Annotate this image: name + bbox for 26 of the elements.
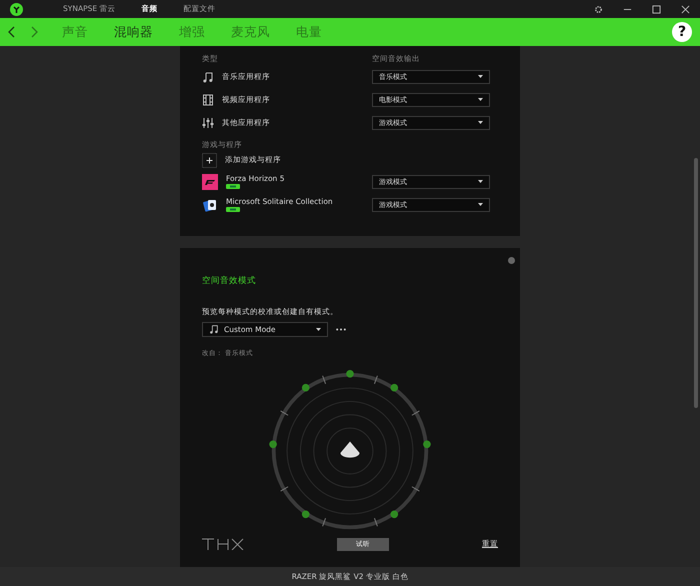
game-logo-icon — [202, 174, 218, 190]
music-note-icon — [209, 324, 219, 334]
caret-icon — [478, 203, 483, 206]
caret-icon — [478, 121, 483, 124]
info-icon[interactable] — [508, 257, 515, 264]
film-icon — [202, 94, 214, 106]
maximize-icon[interactable] — [652, 4, 661, 14]
thx-logo-icon — [202, 538, 244, 550]
settings-icon[interactable] — [594, 4, 603, 14]
music-note-icon — [202, 70, 214, 82]
nav-tab[interactable]: 混响器 — [114, 24, 153, 40]
forward-icon[interactable] — [30, 26, 38, 38]
controller-badge-icon — [226, 207, 240, 212]
razer-logo-icon — [10, 2, 23, 16]
caret-icon — [478, 75, 483, 78]
back-icon[interactable] — [8, 26, 16, 38]
help-button[interactable]: ? — [672, 22, 692, 42]
caret-icon — [478, 98, 483, 101]
add-icon[interactable] — [202, 152, 217, 168]
sliders-icon — [202, 116, 214, 128]
platform-badge-icon — [226, 184, 240, 189]
more-icon[interactable] — [336, 328, 346, 330]
caret-icon — [316, 328, 321, 330]
section-title: 空间音效模式 — [202, 276, 256, 286]
caret-icon — [478, 180, 483, 183]
close-icon[interactable] — [681, 4, 690, 14]
